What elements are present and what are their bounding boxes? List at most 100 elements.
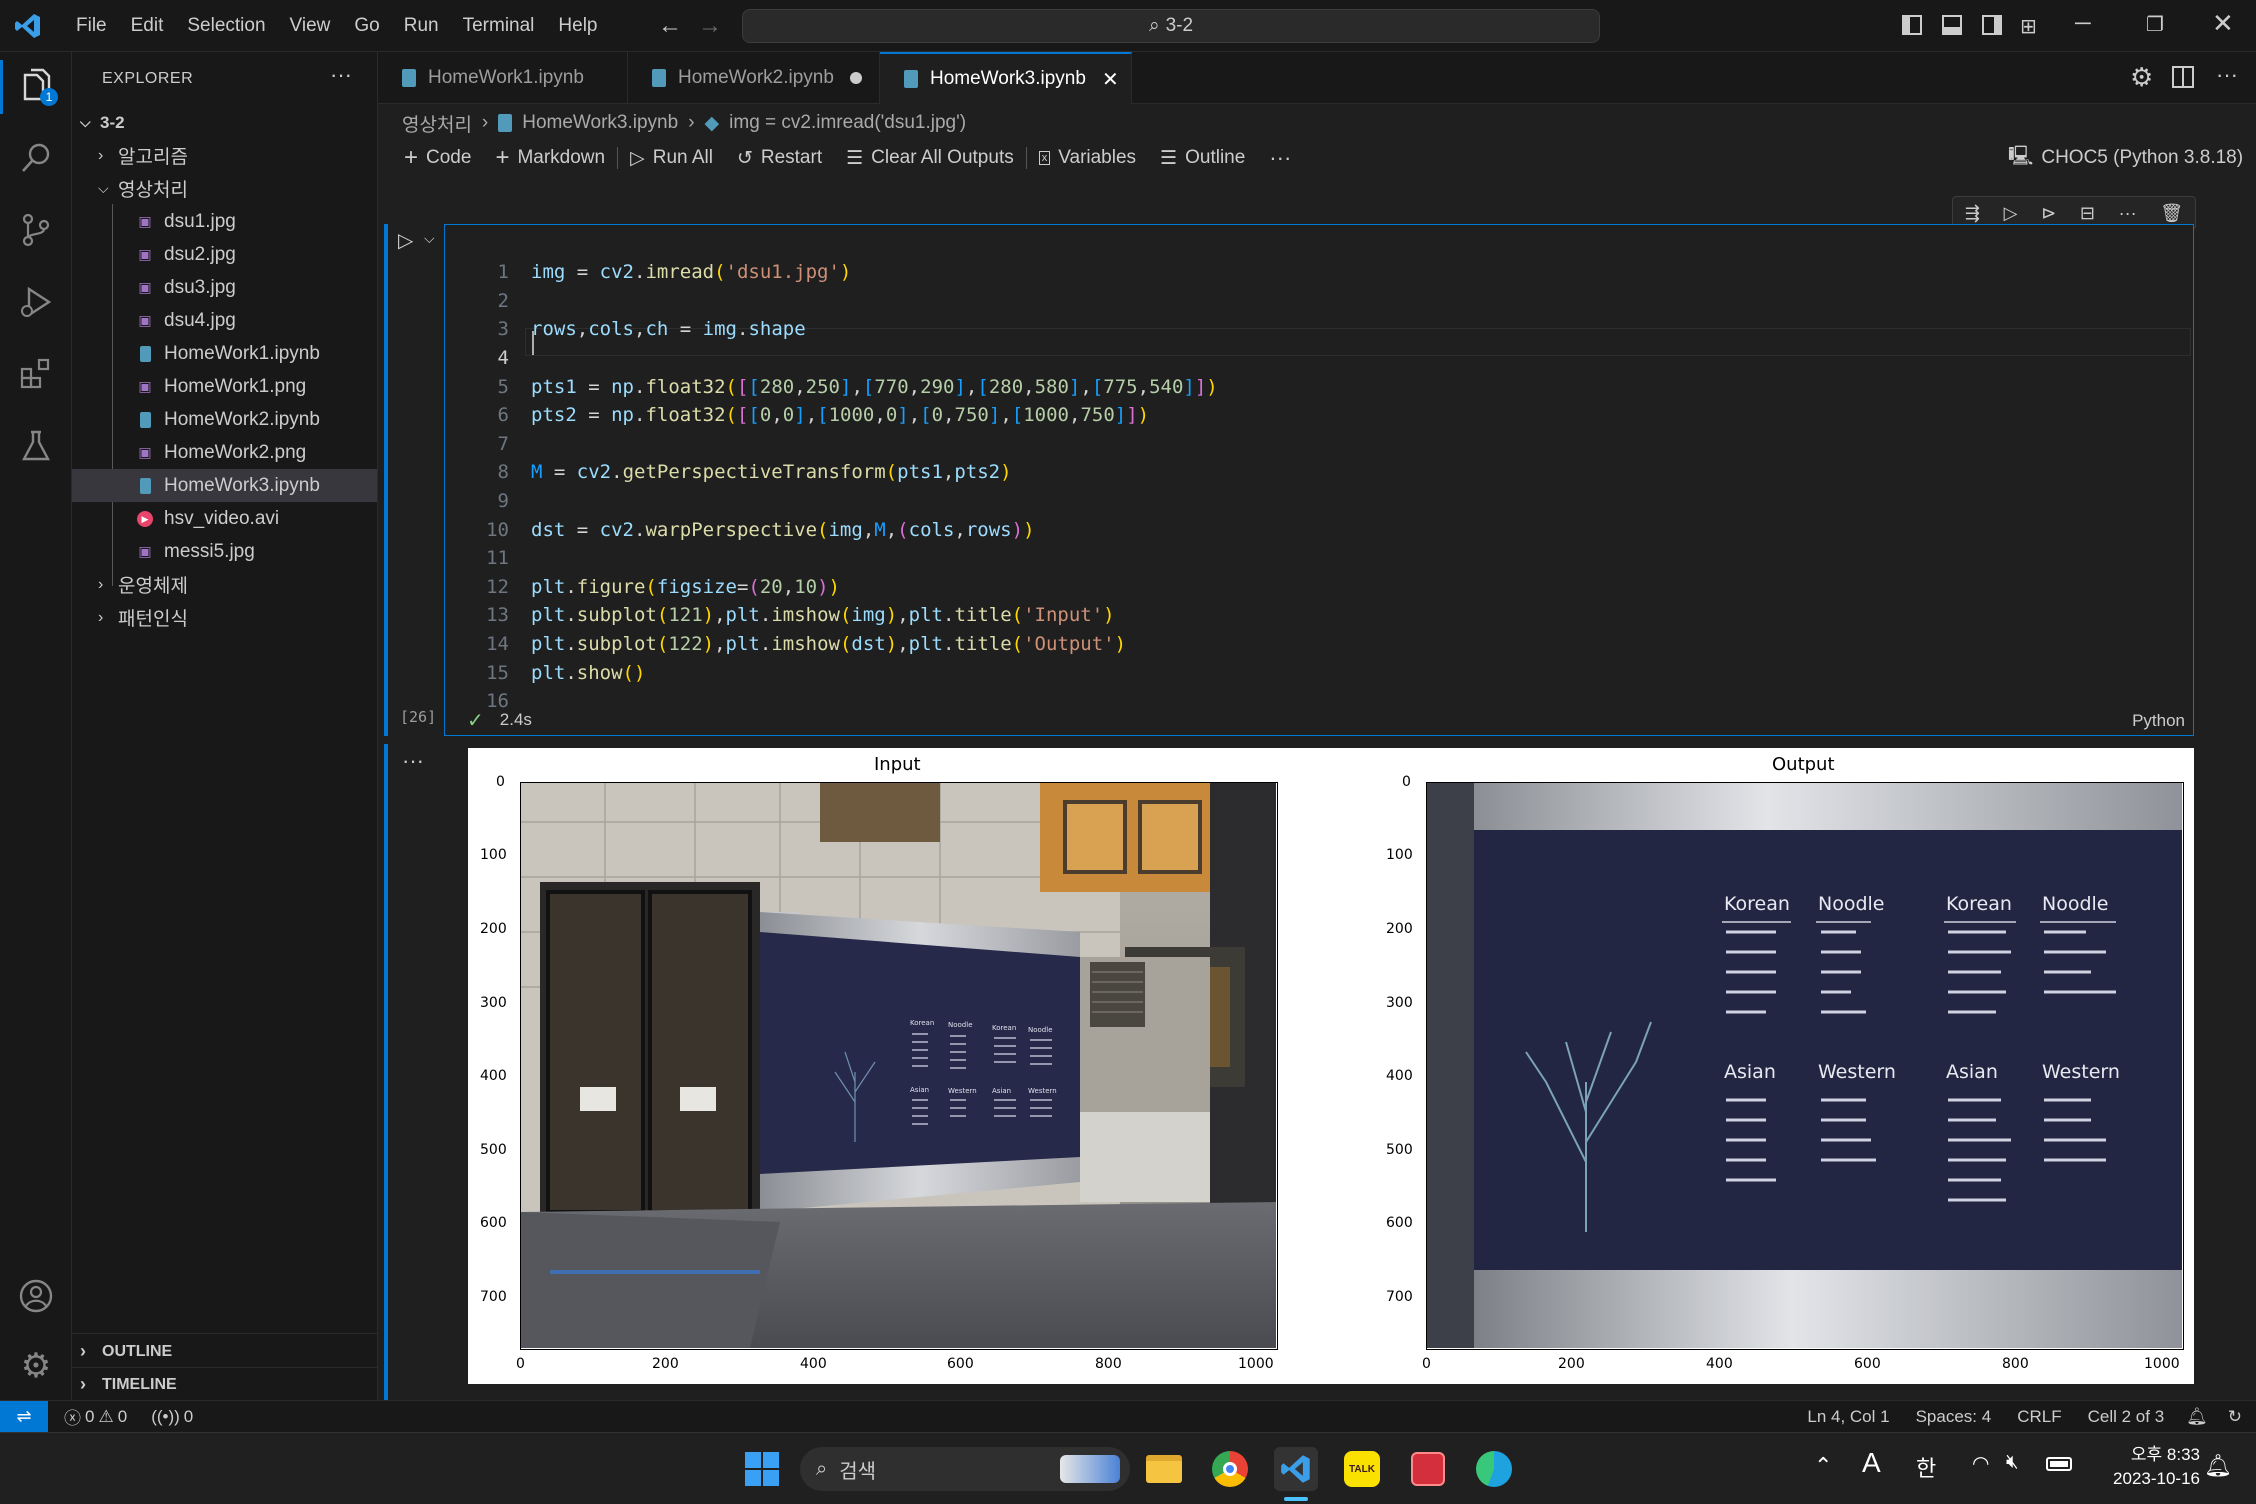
file-item[interactable]: ▣ HomeWork2.png — [108, 436, 378, 469]
run-below-icon[interactable]: ▷ — [2004, 203, 2018, 224]
cell-language[interactable]: Python — [2132, 711, 2185, 731]
font-a-icon[interactable]: A — [1862, 1447, 1881, 1479]
kernel-picker[interactable]: 🖳 CHOC5 (Python 3.8.18) — [2008, 140, 2243, 176]
clear-outputs-button[interactable]: ☰ Clear All Outputs — [834, 147, 1026, 170]
more-actions-icon[interactable]: ··· — [330, 62, 352, 88]
close-tab-icon[interactable]: ✕ — [1102, 67, 1119, 92]
testing-flask-icon[interactable] — [14, 424, 58, 468]
wifi-icon[interactable]: ◠ — [1972, 1451, 1989, 1476]
menu-file[interactable]: File — [64, 15, 119, 37]
file-explorer-icon[interactable] — [1142, 1447, 1186, 1491]
edge-icon[interactable] — [1472, 1447, 1516, 1491]
bell-icon[interactable]: 🔔︎ — [2186, 1407, 2208, 1427]
tab-homework1[interactable]: HomeWork1.ipynb — [378, 52, 628, 104]
taskbar-search[interactable]: ⌕ 검색 — [800, 1447, 1130, 1491]
folder-item[interactable]: › 운영체제 — [98, 568, 188, 601]
split-editor-icon[interactable] — [2172, 66, 2194, 88]
command-center[interactable]: ⌕ 3-2 — [742, 9, 1600, 43]
cursor-position[interactable]: Ln 4, Col 1 — [1807, 1407, 1889, 1427]
toggle-panel-icon[interactable] — [1942, 15, 1962, 35]
volume-muted-icon[interactable]: 🔇︎ — [2006, 1451, 2019, 1474]
file-item[interactable]: HomeWork1.ipynb — [108, 337, 378, 370]
clock[interactable]: 오후 8:33 2023-10-16 — [2090, 1443, 2200, 1491]
ime-indicator[interactable]: 한 — [1916, 1451, 1936, 1483]
restart-button[interactable]: ↺ Restart — [725, 147, 834, 170]
remote-indicator[interactable]: ⇌ — [0, 1400, 48, 1433]
run-cell-button[interactable]: ▷ — [398, 228, 413, 253]
app-red-icon[interactable] — [1406, 1447, 1450, 1491]
file-item[interactable]: ▣ messi5.jpg — [108, 535, 378, 568]
chrome-icon[interactable] — [1208, 1447, 1252, 1491]
run-above-icon[interactable]: ⇶ — [1965, 203, 1980, 224]
cell-indicator[interactable]: Cell 2 of 3 — [2088, 1407, 2165, 1427]
copilot-icon[interactable]: ↻ — [2228, 1407, 2242, 1427]
search-icon[interactable] — [14, 136, 58, 180]
explorer-icon[interactable]: 1 — [14, 64, 58, 108]
folder-item[interactable]: › 패턴인식 — [98, 601, 188, 634]
split-cell-icon[interactable]: ⊟ — [2080, 203, 2095, 224]
battery-icon[interactable] — [2046, 1457, 2072, 1471]
folder-item[interactable]: ⌵ 영상처리 — [98, 172, 188, 205]
kakaotalk-icon[interactable]: TALK — [1340, 1447, 1384, 1491]
chevron-down-icon[interactable]: ⌵ — [424, 230, 435, 247]
ports-status[interactable]: ((•)) 0 — [151, 1407, 193, 1427]
menu-selection[interactable]: Selection — [175, 15, 277, 37]
back-arrow-icon[interactable]: ← — [658, 12, 682, 40]
more-actions-icon[interactable]: ··· — [2119, 203, 2137, 224]
delete-trash-icon[interactable]: 🗑 — [2160, 203, 2183, 224]
variables-button[interactable]: x Variables — [1027, 147, 1148, 169]
menu-edit[interactable]: Edit — [119, 15, 176, 37]
customize-layout-icon[interactable]: ⊞ — [2020, 14, 2037, 39]
menu-help[interactable]: Help — [546, 15, 609, 37]
more-actions-icon[interactable]: ··· — [2216, 62, 2238, 88]
add-code-button[interactable]: + Code — [392, 144, 483, 172]
windows-start-icon[interactable] — [740, 1447, 784, 1491]
chevron-up-icon[interactable]: ⌃ — [1814, 1453, 1832, 1479]
tab-homework2[interactable]: HomeWork2.ipynb — [628, 52, 880, 104]
close-window-icon[interactable]: ✕ — [2212, 8, 2234, 39]
forward-arrow-icon[interactable]: → — [698, 12, 722, 40]
folder-item[interactable]: › 알고리즘 — [98, 139, 188, 172]
file-item[interactable]: ▣ HomeWork1.png — [108, 370, 378, 403]
output-more-icon[interactable]: ··· — [402, 748, 424, 774]
source-control-icon[interactable] — [14, 208, 58, 252]
file-item-selected[interactable]: HomeWork3.ipynb — [72, 469, 377, 502]
notification-bell-icon[interactable]: 🔔︎ — [2204, 1453, 2232, 1479]
file-item[interactable]: ▣ dsu2.jpg — [108, 238, 378, 271]
gear-icon[interactable]: ⚙ — [2130, 62, 2153, 93]
menu-view[interactable]: View — [278, 15, 343, 37]
extensions-icon[interactable] — [14, 352, 58, 396]
manage-gear-icon[interactable]: ⚙ — [14, 1344, 58, 1388]
run-all-button[interactable]: ▷ Run All — [618, 147, 725, 170]
file-item[interactable]: HomeWork2.ipynb — [108, 403, 378, 436]
outline-button[interactable]: ☰ Outline — [1148, 147, 1257, 170]
timeline-section[interactable]: › TIMELINE — [80, 1368, 177, 1401]
breadcrumb-file[interactable]: HomeWork3.ipynb — [522, 112, 678, 134]
menu-terminal[interactable]: Terminal — [451, 15, 547, 37]
problems-status[interactable]: ⓧ 0 ⚠ 0 — [64, 1404, 127, 1429]
toggle-secondary-sidebar-icon[interactable] — [1982, 15, 2002, 35]
vscode-taskbar-icon[interactable] — [1274, 1447, 1318, 1491]
end-of-line[interactable]: CRLF — [2017, 1407, 2061, 1427]
unsaved-dot-icon[interactable] — [849, 72, 862, 84]
breadcrumb-folder[interactable]: 영상처리 — [402, 110, 472, 137]
file-item[interactable]: ▣ dsu1.jpg — [108, 205, 378, 238]
more-actions-icon[interactable]: ··· — [1257, 145, 1303, 171]
restore-icon[interactable]: ❐ — [2146, 12, 2164, 37]
add-markdown-button[interactable]: + Markdown — [483, 144, 617, 172]
toggle-sidebar-icon[interactable] — [1902, 15, 1922, 35]
tab-homework3[interactable]: HomeWork3.ipynb ✕ — [880, 52, 1132, 104]
root-folder[interactable]: ⌵ 3-2 — [80, 106, 125, 139]
run-debug-icon[interactable] — [14, 280, 58, 324]
execute-below-icon[interactable]: ⊳ — [2041, 203, 2056, 224]
file-item[interactable]: ▣ dsu4.jpg — [108, 304, 378, 337]
outline-section[interactable]: › OUTLINE — [80, 1335, 172, 1368]
file-item[interactable]: ▣ dsu3.jpg — [108, 271, 378, 304]
code-cell[interactable]: 1 2 3 4 5 6 7 8 9 10 11 12 13 14 15 16 i… — [444, 224, 2194, 736]
breadcrumb-cell[interactable]: img = cv2.imread('dsu1.jpg') — [729, 112, 966, 134]
accounts-icon[interactable] — [14, 1274, 58, 1318]
menu-run[interactable]: Run — [392, 15, 451, 37]
indentation[interactable]: Spaces: 4 — [1916, 1407, 1992, 1427]
menu-go[interactable]: Go — [342, 15, 391, 37]
minimize-icon[interactable]: ─ — [2075, 10, 2091, 36]
